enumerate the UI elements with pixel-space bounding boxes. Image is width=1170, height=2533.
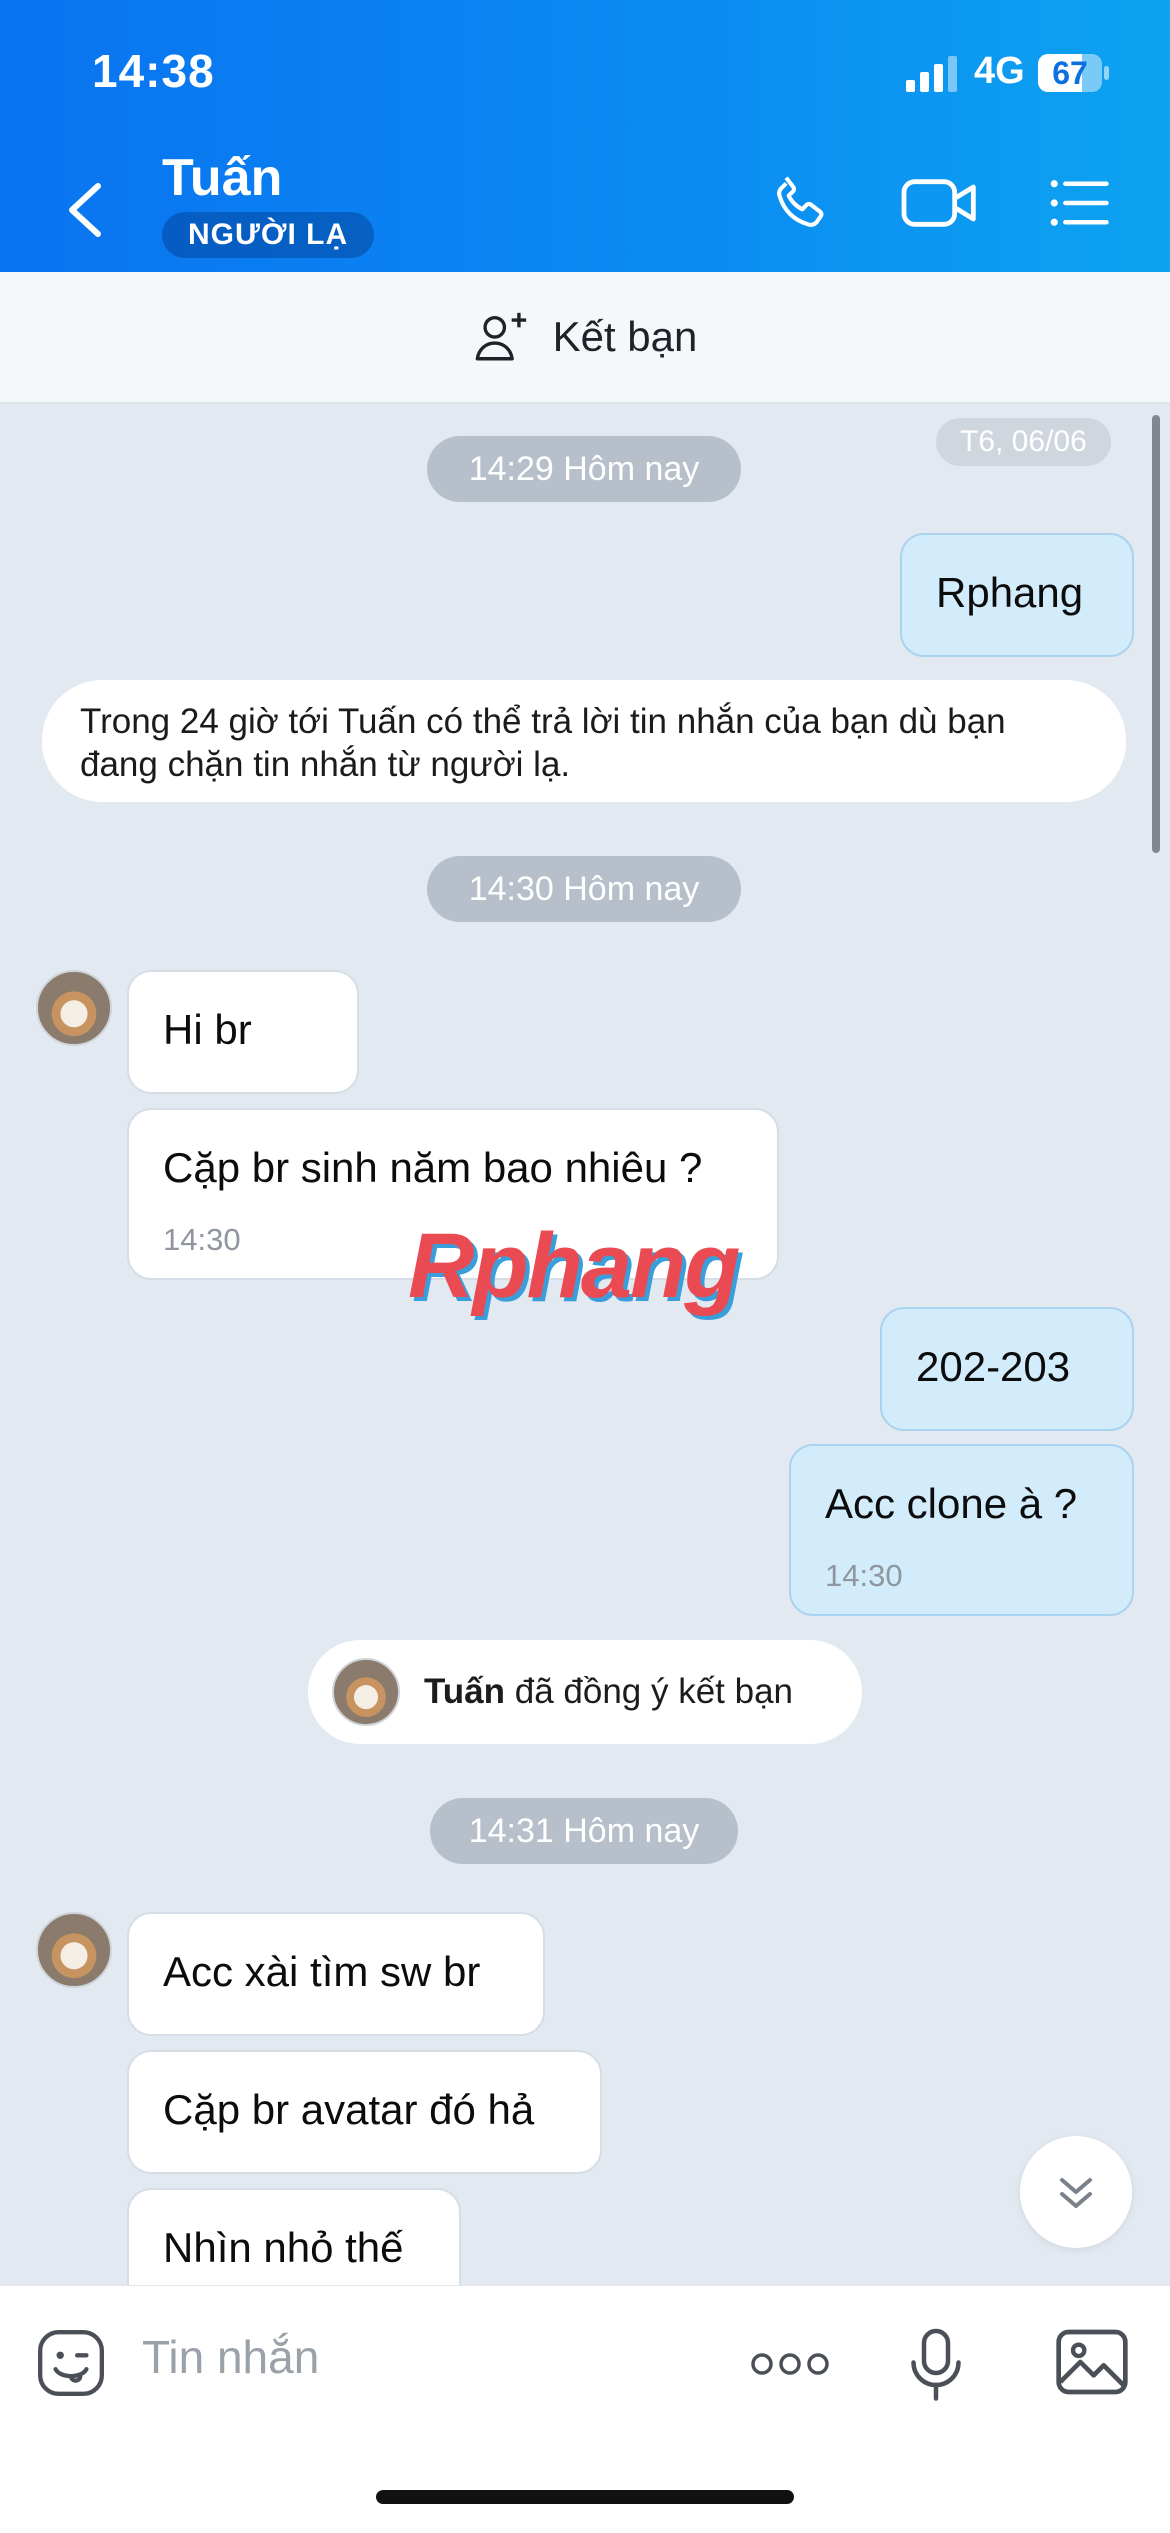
- video-icon[interactable]: [900, 170, 980, 236]
- avatar[interactable]: [36, 970, 112, 1046]
- stranger-badge: NGƯỜI LẠ: [162, 212, 375, 258]
- scroll-to-bottom-button[interactable]: [1020, 2136, 1132, 2248]
- message-text: Rphang: [936, 569, 1084, 616]
- message-text: Nhìn nhỏ thế: [163, 2224, 404, 2271]
- time-divider: 14:30 Hôm nay: [427, 856, 741, 922]
- time-divider: 14:31 Hôm nay: [430, 1798, 738, 1864]
- friend-accepted-notice: Tuấn đã đồng ý kết bạn: [308, 1640, 862, 1744]
- message-text: Acc clone à ?: [825, 1480, 1078, 1527]
- date-label: T6, 06/06: [936, 418, 1111, 466]
- battery-icon: 67: [1038, 54, 1110, 92]
- message-bubble-outgoing[interactable]: Rphang: [900, 533, 1134, 657]
- message-time: 14:30: [825, 1558, 903, 1593]
- more-icon[interactable]: [748, 2346, 832, 2382]
- network-type: 4G: [974, 50, 1025, 92]
- message-input[interactable]: Tin nhắn: [142, 2330, 319, 2384]
- message-text: Hi br: [163, 1006, 252, 1053]
- message-text: Acc xài tìm sw br: [163, 1948, 481, 1995]
- message-text: Cặp br sinh năm bao nhiêu ?: [163, 1144, 703, 1191]
- emoji-icon[interactable]: [34, 2326, 108, 2400]
- system-notice: Trong 24 giờ tới Tuấn có thể trả lời tin…: [42, 680, 1126, 802]
- message-bubble-incoming[interactable]: Acc xài tìm sw br: [127, 1912, 545, 2036]
- battery-level: 67: [1052, 55, 1088, 91]
- watermark-logo: Rphang: [408, 1215, 740, 1317]
- message-bubble-outgoing[interactable]: Acc clone à ? 14:30: [789, 1444, 1134, 1616]
- home-indicator: [376, 2490, 794, 2504]
- add-person-icon: [475, 312, 526, 361]
- message-text: 202-203: [916, 1343, 1071, 1390]
- status-time: 14:38: [92, 45, 215, 97]
- signal-icon: [906, 56, 957, 92]
- friend-accepted-text: đã đồng ý kết bạn: [514, 1672, 794, 1711]
- chevron-double-down-icon: [1060, 2178, 1092, 2208]
- chat-header: 14:38 4G 67 Tuấn NGƯỜI LẠ: [0, 0, 1170, 272]
- message-bubble-outgoing[interactable]: 202-203: [880, 1307, 1134, 1431]
- add-friend-label: Kết bạn: [552, 313, 698, 360]
- menu-icon[interactable]: [1046, 170, 1112, 236]
- avatar[interactable]: [36, 1912, 112, 1988]
- image-icon[interactable]: [1052, 2322, 1132, 2402]
- chat-scrollbar[interactable]: [1152, 415, 1160, 853]
- message-bubble-incoming[interactable]: Hi br: [127, 970, 359, 1094]
- time-divider: 14:29 Hôm nay: [427, 436, 741, 502]
- message-text: Cặp br avatar đó hả: [163, 2086, 535, 2133]
- contact-name[interactable]: Tuấn: [162, 148, 282, 208]
- avatar: [332, 1658, 400, 1726]
- add-friend-button[interactable]: Kết bạn: [0, 272, 1170, 403]
- message-bubble-incoming[interactable]: Cặp br avatar đó hả: [127, 2050, 602, 2174]
- back-icon[interactable]: [60, 180, 110, 240]
- phone-icon[interactable]: [768, 170, 834, 236]
- mic-icon[interactable]: [900, 2324, 972, 2404]
- friend-name: Tuấn: [424, 1672, 506, 1711]
- message-time: 14:30: [163, 1222, 241, 1257]
